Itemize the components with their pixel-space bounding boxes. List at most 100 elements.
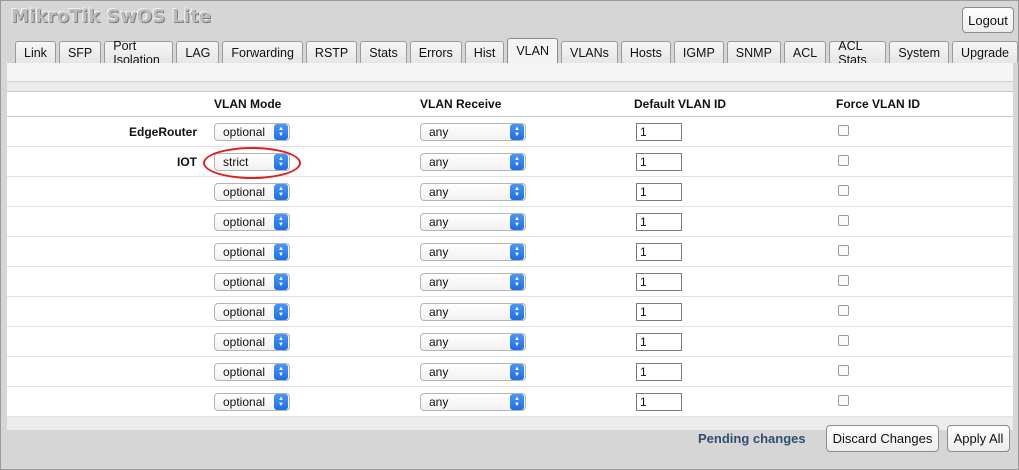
port-name bbox=[7, 236, 210, 267]
vlan-receive-value: any bbox=[429, 184, 449, 199]
chevron-updown-icon: ▲ ▼ bbox=[274, 123, 288, 140]
header-force-vlan-id: Force VLAN ID bbox=[832, 91, 1013, 117]
vlan-receive-select[interactable]: any ▲ ▼ bbox=[420, 362, 526, 381]
chevron-updown-icon: ▲ ▼ bbox=[510, 363, 524, 380]
chevron-updown-icon: ▲ ▼ bbox=[274, 213, 288, 230]
tab-acl[interactable]: ACL bbox=[783, 41, 827, 63]
tab-vlans[interactable]: VLANs bbox=[560, 41, 618, 63]
tab-errors[interactable]: Errors bbox=[409, 41, 462, 63]
vlan-mode-select[interactable]: optional ▲ ▼ bbox=[214, 242, 290, 261]
vlan-mode-select[interactable]: optional ▲ ▼ bbox=[214, 392, 290, 411]
force-vlan-id-checkbox[interactable] bbox=[838, 124, 849, 136]
vlan-mode-select[interactable]: optional ▲ ▼ bbox=[214, 122, 290, 141]
default-vlan-id-input[interactable]: 1 bbox=[636, 152, 682, 171]
vlan-mode-select[interactable]: optional ▲ ▼ bbox=[214, 272, 290, 291]
default-vlan-id-input[interactable]: 1 bbox=[636, 242, 682, 261]
chevron-updown-icon: ▲ ▼ bbox=[510, 393, 524, 410]
chevron-updown-icon: ▲ ▼ bbox=[274, 363, 288, 380]
tab-lag[interactable]: LAG bbox=[176, 41, 220, 63]
vlan-mode-select[interactable]: optional ▲ ▼ bbox=[214, 362, 290, 381]
tab-hist[interactable]: Hist bbox=[464, 41, 505, 63]
port-name bbox=[7, 386, 210, 417]
vlan-receive-value: any bbox=[429, 124, 449, 139]
tab-stats[interactable]: Stats bbox=[360, 41, 407, 63]
default-vlan-id-input[interactable]: 1 bbox=[636, 272, 682, 291]
tab-vlan[interactable]: VLAN bbox=[507, 38, 558, 63]
vlan-mode-select[interactable]: optional ▲ ▼ bbox=[214, 302, 290, 321]
force-vlan-id-checkbox[interactable] bbox=[838, 154, 849, 166]
tab-snmp[interactable]: SNMP bbox=[726, 41, 781, 63]
force-vlan-id-checkbox[interactable] bbox=[838, 184, 849, 196]
vlan-receive-select[interactable]: any ▲ ▼ bbox=[420, 182, 526, 201]
header-vlan-receive: VLAN Receive bbox=[416, 91, 630, 117]
vlan-receive-value: any bbox=[429, 154, 449, 169]
default-vlan-id-input[interactable]: 1 bbox=[636, 332, 682, 351]
chevron-updown-icon: ▲ ▼ bbox=[510, 303, 524, 320]
force-vlan-id-checkbox[interactable] bbox=[838, 274, 849, 286]
tab-hosts[interactable]: Hosts bbox=[620, 41, 671, 63]
vlan-receive-select[interactable]: any ▲ ▼ bbox=[420, 392, 526, 411]
force-vlan-id-checkbox[interactable] bbox=[838, 364, 849, 376]
default-vlan-id-input[interactable]: 1 bbox=[636, 392, 682, 411]
chevron-updown-icon: ▲ ▼ bbox=[510, 243, 524, 260]
default-vlan-id-input[interactable]: 1 bbox=[636, 122, 682, 141]
vlan-receive-select[interactable]: any ▲ ▼ bbox=[420, 152, 526, 171]
discard-changes-button[interactable]: Discard Changes bbox=[826, 425, 939, 452]
vlan-mode-value: optional bbox=[223, 304, 266, 319]
table-row: optional ▲ ▼ any ▲ ▼ 1 bbox=[7, 206, 1013, 237]
table-header-row: VLAN Mode VLAN Receive Default VLAN ID F… bbox=[7, 91, 1013, 117]
port-name bbox=[7, 296, 210, 327]
tab-acl-stats[interactable]: ACL Stats bbox=[829, 39, 887, 67]
vlan-receive-select[interactable]: any ▲ ▼ bbox=[420, 302, 526, 321]
tab-igmp[interactable]: IGMP bbox=[673, 41, 724, 63]
table-row: optional ▲ ▼ any ▲ ▼ 1 bbox=[7, 176, 1013, 207]
app-window: MikroTik SwOS Lite Logout Link SFP Port Is… bbox=[0, 0, 1019, 470]
tab-system[interactable]: System bbox=[889, 41, 950, 63]
vlan-mode-value: optional bbox=[223, 274, 266, 289]
tab-sfp[interactable]: SFP bbox=[58, 41, 102, 63]
apply-all-button[interactable]: Apply All bbox=[947, 425, 1010, 452]
tab-rstp[interactable]: RSTP bbox=[305, 41, 358, 63]
vlan-mode-select[interactable]: optional ▲ ▼ bbox=[214, 212, 290, 231]
table-row: optional ▲ ▼ any ▲ ▼ 1 bbox=[7, 326, 1013, 357]
vlan-receive-value: any bbox=[429, 244, 449, 259]
app-title: MikroTik SwOS Lite bbox=[11, 6, 212, 27]
vlan-receive-value: any bbox=[429, 334, 449, 349]
tab-forwarding[interactable]: Forwarding bbox=[222, 41, 303, 63]
chevron-updown-icon: ▲ ▼ bbox=[274, 273, 288, 290]
chevron-updown-icon: ▲ ▼ bbox=[274, 393, 288, 410]
tab-link[interactable]: Link bbox=[15, 41, 56, 63]
default-vlan-id-input[interactable]: 1 bbox=[636, 362, 682, 381]
tab-port-isolation[interactable]: Port Isolation bbox=[104, 39, 174, 67]
vlan-table: VLAN Mode VLAN Receive Default VLAN ID F… bbox=[7, 91, 1013, 417]
default-vlan-id-input[interactable]: 1 bbox=[636, 182, 682, 201]
default-vlan-id-input[interactable]: 1 bbox=[636, 302, 682, 321]
port-name: EdgeRouter bbox=[7, 116, 210, 147]
port-name bbox=[7, 266, 210, 297]
force-vlan-id-checkbox[interactable] bbox=[838, 394, 849, 406]
force-vlan-id-checkbox[interactable] bbox=[838, 214, 849, 226]
vlan-receive-select[interactable]: any ▲ ▼ bbox=[420, 212, 526, 231]
logout-button[interactable]: Logout bbox=[962, 7, 1014, 33]
vlan-mode-select[interactable]: optional ▲ ▼ bbox=[214, 332, 290, 351]
vlan-receive-value: any bbox=[429, 304, 449, 319]
vlan-receive-select[interactable]: any ▲ ▼ bbox=[420, 272, 526, 291]
vlan-mode-value: optional bbox=[223, 334, 266, 349]
header-vlan-mode: VLAN Mode bbox=[210, 91, 416, 117]
force-vlan-id-checkbox[interactable] bbox=[838, 244, 849, 256]
force-vlan-id-checkbox[interactable] bbox=[838, 304, 849, 316]
vlan-receive-value: any bbox=[429, 274, 449, 289]
force-vlan-id-checkbox[interactable] bbox=[838, 334, 849, 346]
tab-upgrade[interactable]: Upgrade bbox=[952, 41, 1018, 63]
vlan-mode-select[interactable]: strict ▲ ▼ bbox=[214, 152, 290, 171]
header-port bbox=[7, 91, 210, 117]
default-vlan-id-input[interactable]: 1 bbox=[636, 212, 682, 231]
vlan-receive-select[interactable]: any ▲ ▼ bbox=[420, 122, 526, 141]
vlan-mode-value: optional bbox=[223, 184, 266, 199]
table-row: optional ▲ ▼ any ▲ ▼ 1 bbox=[7, 386, 1013, 417]
chevron-updown-icon: ▲ ▼ bbox=[274, 303, 288, 320]
vlan-mode-select[interactable]: optional ▲ ▼ bbox=[214, 182, 290, 201]
vlan-receive-select[interactable]: any ▲ ▼ bbox=[420, 242, 526, 261]
vlan-mode-value: optional bbox=[223, 214, 266, 229]
vlan-receive-select[interactable]: any ▲ ▼ bbox=[420, 332, 526, 351]
